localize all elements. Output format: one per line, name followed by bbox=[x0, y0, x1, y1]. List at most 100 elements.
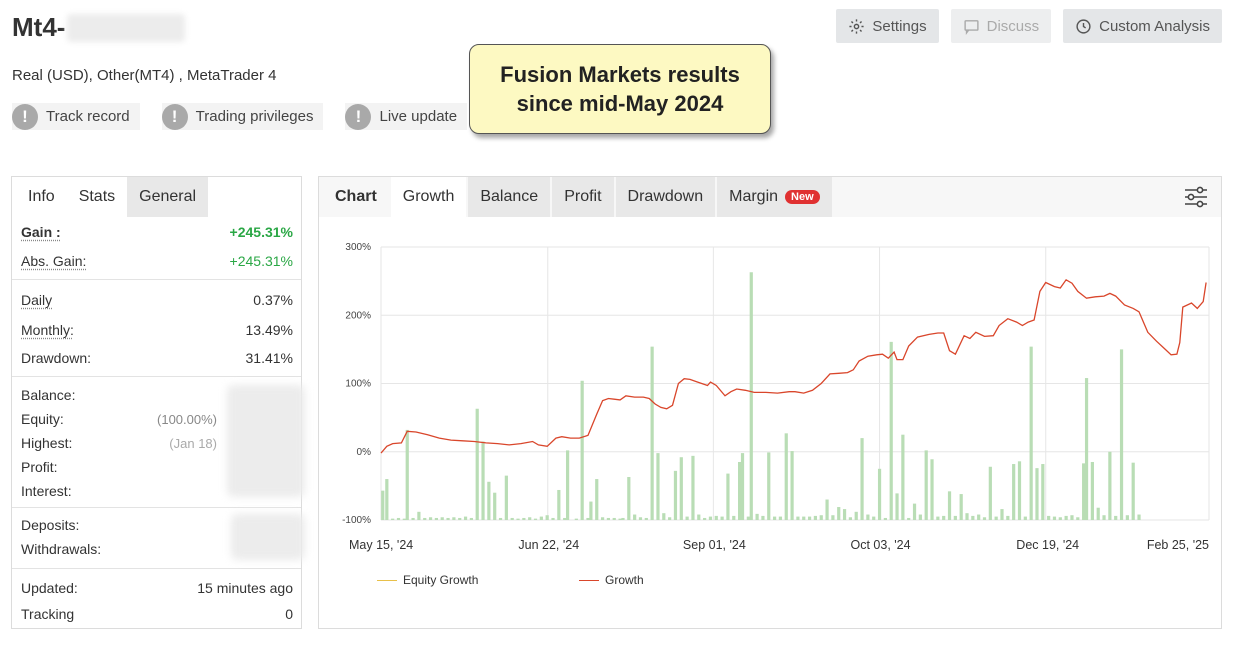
profit-bar[interactable] bbox=[784, 433, 788, 520]
profit-bar[interactable] bbox=[522, 517, 526, 520]
tab-general[interactable]: General bbox=[127, 177, 209, 217]
tab-growth[interactable]: Growth bbox=[390, 177, 467, 217]
profit-bar[interactable] bbox=[551, 517, 555, 520]
profit-bar[interactable] bbox=[1131, 462, 1135, 520]
profit-bar[interactable] bbox=[889, 341, 893, 520]
profit-bar[interactable] bbox=[1041, 464, 1045, 520]
profit-bar[interactable] bbox=[618, 518, 622, 520]
profit-bar[interactable] bbox=[428, 517, 433, 520]
profit-bar[interactable] bbox=[790, 451, 794, 520]
profit-bar[interactable] bbox=[912, 503, 917, 520]
profit-bar[interactable] bbox=[498, 517, 503, 520]
legend-growth[interactable]: Growth bbox=[579, 573, 644, 587]
badge-track-record[interactable]: ! Track record bbox=[12, 103, 140, 130]
profit-bar[interactable] bbox=[977, 514, 981, 520]
profit-bar[interactable] bbox=[656, 453, 660, 520]
profit-bar[interactable] bbox=[947, 491, 952, 520]
profit-bar[interactable] bbox=[434, 517, 438, 520]
profit-bar[interactable] bbox=[942, 515, 946, 520]
profit-bar[interactable] bbox=[1102, 515, 1106, 520]
profit-bar[interactable] bbox=[825, 499, 829, 520]
profit-bar[interactable] bbox=[595, 479, 599, 520]
profit-bar[interactable] bbox=[755, 513, 759, 520]
profit-bar[interactable] bbox=[469, 517, 473, 520]
profit-bar[interactable] bbox=[662, 513, 666, 520]
profit-bar[interactable] bbox=[612, 517, 616, 520]
profit-bar[interactable] bbox=[685, 516, 689, 520]
profit-bar[interactable] bbox=[533, 518, 538, 520]
profit-bar[interactable] bbox=[819, 515, 823, 520]
profit-bar[interactable] bbox=[1119, 349, 1124, 520]
tab-stats[interactable]: Stats bbox=[67, 177, 127, 217]
profit-bar[interactable] bbox=[668, 517, 672, 520]
growth-chart[interactable]: 300% 200% 100% 0% -100% May 15, '24 Jun 22, '… bbox=[319, 225, 1221, 570]
discuss-button[interactable]: Discuss bbox=[950, 9, 1052, 43]
profit-bar[interactable] bbox=[402, 518, 406, 520]
profit-bar[interactable] bbox=[638, 517, 643, 520]
tab-drawdown[interactable]: Drawdown bbox=[615, 177, 716, 217]
tab-profit[interactable]: Profit bbox=[552, 177, 614, 217]
profit-bar[interactable] bbox=[807, 516, 812, 520]
profit-bar[interactable] bbox=[877, 468, 882, 520]
profit-bar[interactable] bbox=[1000, 509, 1004, 520]
profit-bar[interactable] bbox=[633, 514, 637, 520]
profit-bar[interactable] bbox=[988, 466, 992, 520]
profit-bar[interactable] bbox=[936, 516, 940, 520]
tab-balance[interactable]: Balance bbox=[468, 177, 551, 217]
profit-bar[interactable] bbox=[749, 272, 753, 520]
stat-label[interactable]: Daily bbox=[21, 292, 52, 308]
profit-bar[interactable] bbox=[714, 515, 718, 520]
profit-bar[interactable] bbox=[802, 516, 806, 520]
profit-bar[interactable] bbox=[726, 473, 730, 520]
profit-bar[interactable] bbox=[872, 516, 876, 520]
profit-bar[interactable] bbox=[539, 516, 543, 520]
profit-bar[interactable] bbox=[644, 517, 648, 520]
badge-live-update[interactable]: ! Live update bbox=[345, 103, 468, 130]
profit-bar[interactable] bbox=[487, 481, 491, 520]
profit-bar[interactable] bbox=[504, 475, 508, 520]
profit-bar[interactable] bbox=[1064, 515, 1068, 520]
profit-bar[interactable] bbox=[854, 511, 858, 520]
profit-bar[interactable] bbox=[924, 450, 928, 520]
profit-bar[interactable] bbox=[953, 515, 957, 520]
profit-bar[interactable] bbox=[848, 517, 852, 520]
profit-bar[interactable] bbox=[1090, 461, 1094, 520]
profit-bar[interactable] bbox=[1096, 507, 1100, 520]
profit-bar[interactable] bbox=[493, 492, 497, 520]
profit-bar[interactable] bbox=[396, 517, 401, 520]
profit-bar[interactable] bbox=[586, 517, 590, 520]
profit-bar[interactable] bbox=[600, 517, 605, 520]
settings-button[interactable]: Settings bbox=[836, 9, 939, 43]
profit-bar[interactable] bbox=[481, 441, 485, 520]
profit-bar[interactable] bbox=[895, 493, 899, 520]
profit-bar[interactable] bbox=[866, 514, 870, 520]
profit-bar[interactable] bbox=[440, 517, 444, 520]
profit-bar[interactable] bbox=[860, 438, 864, 520]
profit-bar[interactable] bbox=[761, 515, 765, 520]
badge-trading-privileges[interactable]: ! Trading privileges bbox=[161, 103, 324, 130]
profit-bar[interactable] bbox=[691, 455, 695, 520]
profit-bar[interactable] bbox=[557, 489, 561, 520]
profit-bar[interactable] bbox=[627, 477, 631, 520]
stat-label[interactable]: Monthly: bbox=[21, 322, 74, 338]
profit-bar[interactable] bbox=[391, 518, 395, 520]
profit-bar[interactable] bbox=[1023, 516, 1027, 520]
profit-bar[interactable] bbox=[606, 517, 611, 520]
profit-bar[interactable] bbox=[965, 513, 969, 520]
custom-analysis-button[interactable]: Custom Analysis bbox=[1063, 9, 1222, 43]
profit-bar[interactable] bbox=[516, 518, 520, 520]
profit-bar[interactable] bbox=[837, 507, 841, 520]
profit-bar[interactable] bbox=[907, 517, 911, 520]
stat-label[interactable]: Gain : bbox=[21, 224, 61, 240]
profit-bar[interactable] bbox=[1076, 517, 1080, 520]
profit-bar[interactable] bbox=[463, 516, 468, 520]
tab-info[interactable]: Info bbox=[16, 177, 67, 217]
tab-margin[interactable]: Margin New bbox=[717, 177, 832, 217]
profit-bar[interactable] bbox=[740, 453, 745, 520]
profit-bar[interactable] bbox=[1114, 515, 1118, 520]
profit-bar[interactable] bbox=[381, 490, 385, 520]
profit-bar[interactable] bbox=[574, 518, 578, 520]
profit-bar[interactable] bbox=[930, 459, 934, 520]
profit-bar[interactable] bbox=[697, 514, 701, 520]
legend-equity-growth[interactable]: Equity Growth bbox=[377, 573, 478, 587]
